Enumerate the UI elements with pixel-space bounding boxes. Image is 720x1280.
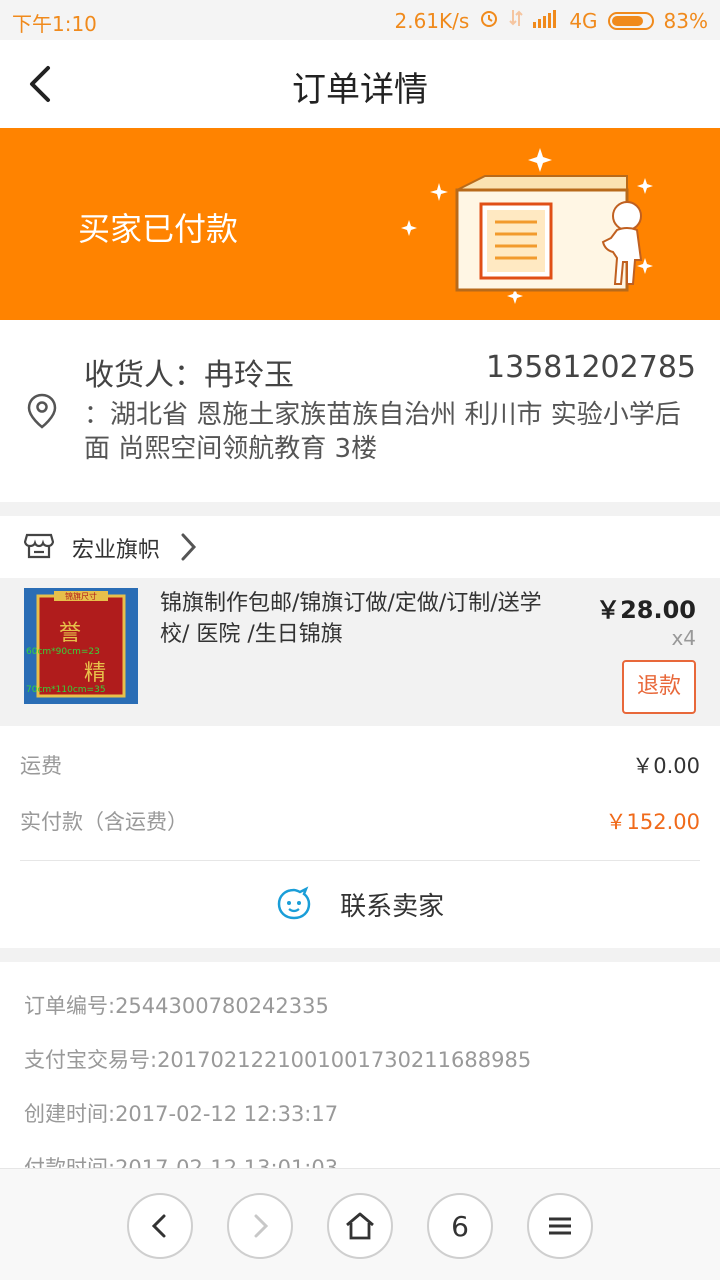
- product-price: ￥28.00: [596, 596, 696, 624]
- recipient-name: 收货人：冉玲玉: [84, 358, 294, 393]
- shipping-fee-row: 运费 ￥0.00: [20, 750, 700, 780]
- order-status-text: 买家已付款: [78, 210, 239, 248]
- thumb-glyph-2: 精: [84, 661, 106, 686]
- payment-summary: 运费 ￥0.00 实付款（含运费） ￥152.00 联系卖家: [0, 726, 720, 948]
- order-number: 订单编号:2544300780242335: [24, 994, 329, 1018]
- address-text: ：湖北省 恩施土家族苗族自治州 利川市 实验小学后面 尚熙空间领航教育 3楼: [84, 400, 681, 464]
- nav-menu-button[interactable]: [527, 1193, 593, 1259]
- paid-time: 付款时间:2017-02-12 13:01:03: [24, 1156, 339, 1168]
- battery-icon: [607, 11, 654, 30]
- location-pin-icon: [26, 392, 58, 434]
- nav-header: 订单详情: [0, 40, 720, 128]
- nav-home-button[interactable]: [327, 1193, 393, 1259]
- total-paid-value: ￥152.00: [605, 810, 700, 834]
- alarm-icon: [479, 8, 499, 33]
- menu-icon: [549, 1217, 571, 1235]
- product-name[interactable]: 锦旗制作包邮/锦旗订做/定做/订制/送学校/ 医院 /生日锦旗: [160, 588, 560, 650]
- thumb-glyph-1: 誉: [59, 621, 81, 646]
- store-icon: [23, 532, 55, 564]
- product-item[interactable]: 锦旗尺寸 誉 精 60cm*90cm=23 70cm*110cm=35 锦旗制作…: [0, 578, 720, 726]
- shipping-fee-label: 运费: [20, 754, 62, 778]
- data-transfer-icon: [509, 8, 524, 33]
- browser-bottom-nav: 6: [0, 1168, 720, 1280]
- shop-row[interactable]: 宏业旗帜: [0, 516, 720, 578]
- battery-percent: 83%: [663, 8, 708, 33]
- order-status-banner: 买家已付款: [0, 128, 720, 320]
- nav-back-button[interactable]: [127, 1193, 193, 1259]
- created-time: 创建时间:2017-02-12 12:33:17: [24, 1102, 339, 1126]
- shipping-address-card: 收货人：冉玲玉 13581202785 ：湖北省 恩施土家族苗族自治州 利川市 …: [0, 320, 720, 502]
- page-title: 订单详情: [292, 70, 428, 110]
- nav-forward-button[interactable]: [227, 1193, 293, 1259]
- shop-name: 宏业旗帜: [72, 538, 161, 563]
- thumb-size-1: 60cm*90cm=23: [26, 647, 100, 657]
- product-thumbnail[interactable]: 锦旗尺寸 誉 精 60cm*90cm=23 70cm*110cm=35: [24, 588, 138, 704]
- contact-seller-label: 联系卖家: [340, 892, 445, 922]
- contact-seller-button[interactable]: 联系卖家: [0, 886, 720, 929]
- status-bar: 下午1:10 2.61K/s 4G 83%: [0, 0, 720, 40]
- chevron-left-icon: [151, 1214, 166, 1238]
- refund-button[interactable]: 退款: [622, 660, 696, 714]
- thumb-caption: 锦旗尺寸: [65, 591, 97, 601]
- network-type: 4G: [569, 8, 598, 33]
- tab-count: 6: [451, 1209, 469, 1243]
- total-paid-row: 实付款（含运费） ￥152.00: [20, 806, 700, 836]
- nav-tabs-button[interactable]: 6: [427, 1193, 493, 1259]
- chat-bot-icon: [276, 886, 312, 929]
- package-illustration-icon: [401, 148, 653, 304]
- status-time: 下午1:10: [12, 12, 97, 36]
- chevron-right-icon: [176, 530, 200, 568]
- network-speed: 2.61K/s: [394, 8, 470, 33]
- signal-icon: [533, 9, 559, 33]
- home-icon: [346, 1212, 374, 1240]
- order-info-section: 订单编号:2544300780242335 支付宝交易号:20170212210…: [0, 962, 720, 1168]
- alipay-trade-number: 支付宝交易号:2017021221001001730211688985: [24, 1048, 532, 1072]
- recipient-phone: 13581202785: [486, 350, 696, 385]
- total-paid-label: 实付款（含运费）: [20, 810, 188, 834]
- chevron-right-icon: [254, 1214, 269, 1238]
- thumb-size-2: 70cm*110cm=35: [26, 685, 106, 695]
- shipping-fee-value: ￥0.00: [632, 754, 700, 778]
- product-quantity: x4: [671, 626, 696, 650]
- divider: [20, 860, 700, 861]
